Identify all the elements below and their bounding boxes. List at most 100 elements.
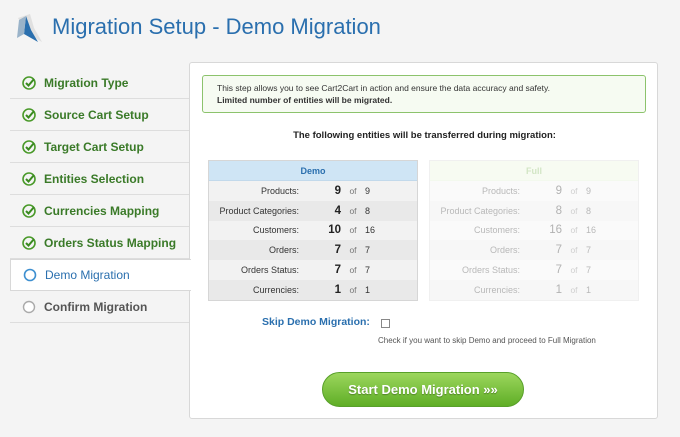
steps-sidebar: Migration Type Source Cart Setup Target … [10, 67, 191, 323]
demo-table-header: Demo [209, 161, 417, 181]
circle-icon [23, 268, 37, 282]
check-circle-icon [22, 235, 36, 250]
entity-total: 16 [365, 225, 376, 236]
entity-label: Products: [481, 185, 520, 196]
entity-total: 7 [365, 245, 371, 256]
of-label: of [349, 245, 357, 256]
table-row: Orders Status: 7 of 7 [209, 260, 417, 280]
check-circle-icon [22, 171, 36, 186]
info-text: This step allows you to see Cart2Cart in… [217, 83, 550, 93]
entity-label: Currencies: [473, 284, 520, 295]
of-label: of [349, 205, 357, 216]
entity-total: 7 [365, 265, 371, 276]
entity-value: 7 [334, 264, 341, 277]
table-row: Orders: 7 of 7 [430, 240, 638, 261]
of-label: of [349, 225, 357, 236]
entity-value: 9 [555, 184, 562, 197]
table-row: Customers: 16 of 16 [430, 220, 638, 241]
step-label: Currencies Mapping [44, 203, 160, 218]
check-circle-icon [22, 139, 36, 154]
entity-label: Currencies: [252, 284, 299, 295]
step-confirm-migration[interactable]: Confirm Migration [10, 291, 190, 323]
entity-value: 16 [549, 224, 562, 237]
entity-value: 8 [555, 204, 562, 217]
entity-value: 1 [555, 283, 562, 296]
entity-label: Orders: [268, 245, 299, 256]
of-label: of [349, 265, 357, 276]
check-circle-icon [22, 75, 36, 90]
check-circle-icon [22, 107, 36, 122]
main-panel: This step allows you to see Cart2Cart in… [189, 62, 658, 419]
step-label: Confirm Migration [44, 299, 148, 314]
of-label: of [570, 284, 578, 295]
check-circle-icon [22, 203, 36, 218]
table-row: Products: 9 of 9 [209, 181, 417, 201]
entity-label: Orders Status: [461, 265, 520, 276]
step-entities-selection[interactable]: Entities Selection [10, 163, 190, 195]
entity-value: 9 [334, 184, 341, 197]
entity-label: Product Categories: [440, 205, 520, 216]
table-row: Orders Status: 7 of 7 [430, 260, 638, 280]
entity-value: 1 [334, 283, 341, 296]
step-label: Source Cart Setup [44, 107, 149, 122]
skip-demo-hint: Check if you want to skip Demo and proce… [378, 336, 596, 345]
step-target-cart-setup[interactable]: Target Cart Setup [10, 131, 190, 163]
entity-total: 16 [586, 225, 597, 236]
start-demo-migration-button[interactable]: Start Demo Migration »» [322, 372, 524, 407]
full-entities-table: Full Products: 9 of 9 Product Categories: 8 o… [429, 160, 639, 301]
entity-value: 4 [334, 204, 341, 217]
entity-total: 9 [586, 185, 592, 196]
skip-demo-checkbox[interactable] [381, 319, 390, 328]
entity-total: 8 [586, 205, 592, 216]
entities-heading: The following entities will be transferr… [293, 130, 556, 141]
entity-label: Customers: [252, 225, 299, 236]
step-orders-status-mapping[interactable]: Orders Status Mapping [10, 227, 190, 259]
table-row: Orders: 7 of 7 [209, 240, 417, 261]
entity-total: 9 [365, 185, 371, 196]
step-label: Demo Migration [45, 268, 130, 282]
table-row: Product Categories: 8 of 8 [430, 200, 638, 221]
of-label: of [570, 185, 578, 196]
entity-total: 1 [365, 284, 371, 295]
entity-total: 7 [586, 265, 592, 276]
entity-total: 7 [586, 245, 592, 256]
header: Migration Setup - Demo Migration [0, 0, 680, 58]
step-label: Migration Type [44, 75, 129, 90]
entity-label: Product Categories: [219, 205, 299, 216]
of-label: of [570, 205, 578, 216]
of-label: of [349, 185, 357, 196]
step-migration-type[interactable]: Migration Type [10, 67, 190, 99]
step-label: Entities Selection [44, 171, 145, 186]
step-demo-migration[interactable]: Demo Migration [10, 259, 191, 291]
entity-total: 8 [365, 205, 371, 216]
info-note: Limited number of entities will be migra… [217, 95, 393, 105]
skip-demo-label: Skip Demo Migration: [262, 316, 370, 328]
full-table-header: Full [430, 161, 638, 181]
entity-label: Products: [260, 185, 299, 196]
entity-value: 7 [555, 244, 562, 257]
of-label: of [570, 225, 578, 236]
of-label: of [570, 245, 578, 256]
table-row: Product Categories: 4 of 8 [209, 200, 417, 221]
info-box: This step allows you to see Cart2Cart in… [202, 75, 646, 113]
step-label: Orders Status Mapping [44, 235, 177, 250]
table-row: Currencies: 1 of 1 [209, 279, 417, 300]
step-currencies-mapping[interactable]: Currencies Mapping [10, 195, 190, 227]
table-row: Customers: 10 of 16 [209, 220, 417, 241]
page-title: Migration Setup - Demo Migration [52, 14, 381, 39]
entity-value: 7 [334, 244, 341, 257]
entity-value: 10 [328, 224, 341, 237]
of-label: of [570, 265, 578, 276]
entity-label: Orders: [489, 245, 520, 256]
entity-total: 1 [586, 284, 592, 295]
cart2cart-logo-icon [17, 14, 42, 42]
table-row: Products: 9 of 9 [430, 181, 638, 201]
step-label: Target Cart Setup [44, 139, 144, 154]
entity-label: Customers: [473, 225, 520, 236]
table-row: Currencies: 1 of 1 [430, 279, 638, 300]
demo-entities-table: Demo Products: 9 of 9 Product Categories: 4 o… [208, 160, 418, 301]
entity-label: Orders Status: [240, 265, 299, 276]
step-source-cart-setup[interactable]: Source Cart Setup [10, 99, 190, 131]
circle-icon [22, 300, 36, 313]
of-label: of [349, 284, 357, 295]
